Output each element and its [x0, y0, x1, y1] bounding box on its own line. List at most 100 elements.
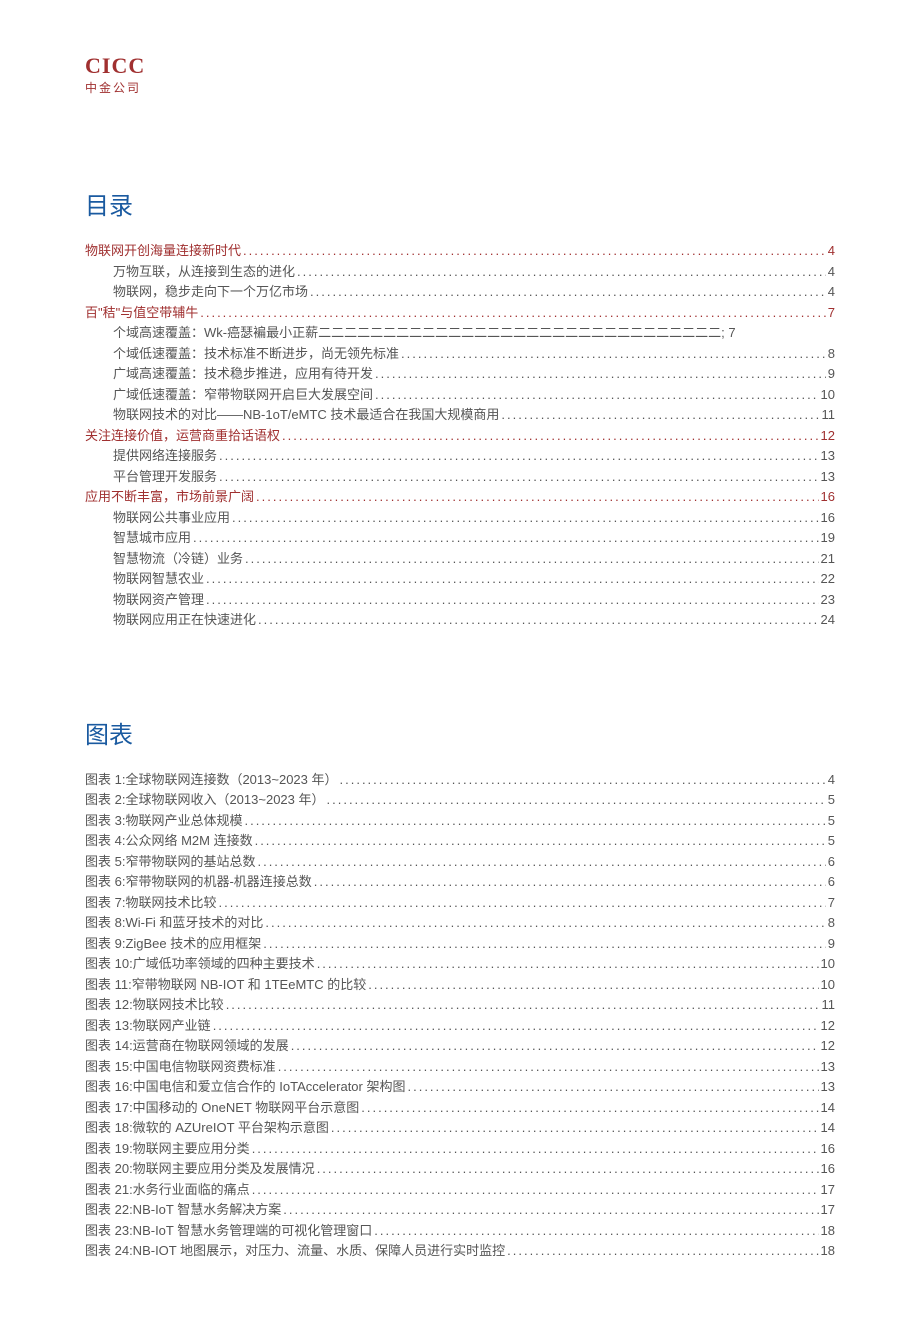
toc-entry[interactable]: 图表 5:窄带物联网的基站总数6 [85, 852, 835, 872]
toc-entry[interactable]: 图表 20:物联网主要应用分类及发展情况16 [85, 1159, 835, 1179]
toc-entry-page: 24 [819, 610, 835, 630]
toc-entry[interactable]: 物联网开创海量连接新时代4 [85, 241, 835, 261]
toc-entry-label: 物联网资产管理 [113, 590, 206, 610]
toc-entry[interactable]: 百"秸"与值空带辅牛7 [85, 303, 835, 323]
document-page: CICC 中金公司 目录 物联网开创海量连接新时代4万物互联，从连接到生态的进化… [0, 0, 920, 1341]
toc-entry[interactable]: 关注连接价值，运营商重拾话语权12 [85, 426, 835, 446]
toc-leader-dots [407, 1077, 818, 1097]
toc-leader-dots [213, 1016, 819, 1036]
toc-leader-dots [206, 590, 819, 610]
toc-entry[interactable]: 图表 1:全球物联网连接数（2013~2023 年）4 [85, 770, 835, 790]
toc-entry-page: 16 [819, 1139, 835, 1159]
toc-entry-page: 7 [826, 893, 835, 913]
toc-entry[interactable]: 图表 24:NB-IOT 地图展示，对压力、流量、水质、保障人员进行实时监控18 [85, 1241, 835, 1261]
toc-leader-dots [218, 893, 825, 913]
toc-entry-label: 图表 8:Wi-Fi 和蓝牙技术的对比 [85, 913, 265, 933]
toc-entry[interactable]: 图表 2:全球物联网收入（2013~2023 年）5 [85, 790, 835, 810]
toc-entry[interactable]: 图表 10:广域低功率领域的四种主要技术10 [85, 954, 835, 974]
toc-entry-label: 物联网智慧农业 [113, 569, 206, 589]
toc-entry-label: 图表 3:物联网产业总体规模 [85, 811, 244, 831]
toc-entry-page: 13 [819, 1057, 835, 1077]
toc-leader-dots [257, 852, 825, 872]
toc-entry-page: 16 [819, 1159, 835, 1179]
toc-entry[interactable]: 物联网技术的对比——NB-1oT/eMTC 技术最适合在我国大规模商用11 [85, 405, 835, 425]
toc-heading: 目录 [85, 186, 835, 221]
toc-entry[interactable]: 图表 21:水务行业面临的痛点17 [85, 1180, 835, 1200]
toc-entry[interactable]: 图表 8:Wi-Fi 和蓝牙技术的对比 8 [85, 913, 835, 933]
toc-entry-label: 图表 13:物联网产业链 [85, 1016, 213, 1036]
toc-entry-page: 19 [819, 528, 835, 548]
toc-leader-dots [265, 913, 825, 933]
toc-entry[interactable]: 物联网资产管理23 [85, 590, 835, 610]
toc-entry[interactable]: 图表 15:中国电信物联网资费标准13 [85, 1057, 835, 1077]
toc-entry[interactable]: 图表 22:NB-IoT 智慧水务解决方案17 [85, 1200, 835, 1220]
toc-leader-dots [375, 364, 826, 384]
toc-leader-dots [331, 1118, 819, 1138]
toc-entry[interactable]: 物联网公共事业应用16 [85, 508, 835, 528]
toc-entry[interactable]: 个域低速覆盖：技术标准不断进步，尚无领先标准8 [85, 344, 835, 364]
toc-entry[interactable]: 广域低速覆盖：窄带物联网开启巨大发展空间10 [85, 385, 835, 405]
toc-entry[interactable]: 图表 13:物联网产业链12 [85, 1016, 835, 1036]
toc-entry-page: 9 [826, 364, 835, 384]
toc-entry[interactable]: 平台管理开发服务13 [85, 467, 835, 487]
toc-entry-label: 智慧城市应用 [113, 528, 193, 548]
toc-entry[interactable]: 提供网络连接服务13 [85, 446, 835, 466]
toc-entry[interactable]: 图表 4:公众网络 M2M 连接数5 [85, 831, 835, 851]
toc-entry-label: 图表 21:水务行业面临的痛点 [85, 1180, 252, 1200]
toc-entry[interactable]: 图表 23:NB-IoT 智慧水务管理端的可视化管理窗口18 [85, 1221, 835, 1241]
toc-entry-label: 提供网络连接服务 [113, 446, 219, 466]
toc-entry[interactable]: 广域高速覆盖：技术稳步推进，应用有待开发 9 [85, 364, 835, 384]
toc-entry[interactable]: 图表 17:中国移动的 OneNET 物联网平台示意图14 [85, 1098, 835, 1118]
toc-entry-label: 个域高速覆盖：Wk-癌瑟褊最小正薪二二二二二二二二二二二二二二二二二二二二二二二… [113, 323, 738, 343]
toc-entry[interactable]: 图表 7:物联网技术比较7 [85, 893, 835, 913]
toc-entry[interactable]: 图表 14:运营商在物联网领域的发展12 [85, 1036, 835, 1056]
toc-leader-dots [245, 549, 819, 569]
toc-leader-dots [219, 446, 819, 466]
toc-entry[interactable]: 图表 12:物联网技术比较11 [85, 995, 835, 1015]
toc-entry[interactable]: 图表 9:ZigBee 技术的应用框架9 [85, 934, 835, 954]
toc-leader-dots [368, 975, 818, 995]
toc-entry[interactable]: 图表 3:物联网产业总体规模 5 [85, 811, 835, 831]
toc-entry[interactable]: 图表 6:窄带物联网的机器-机器连接总数 6 [85, 872, 835, 892]
toc-entry[interactable]: 应用不断丰富，市场前景广阔16 [85, 487, 835, 507]
toc-entry-page: 17 [819, 1200, 835, 1220]
toc-entry-page: 18 [819, 1241, 835, 1261]
toc-list: 物联网开创海量连接新时代4万物互联，从连接到生态的进化 4物联网，稳步走向下一个万… [85, 241, 835, 630]
toc-entry[interactable]: 物联网智慧农业22 [85, 569, 835, 589]
toc-entry[interactable]: 个域高速覆盖：Wk-癌瑟褊最小正薪二二二二二二二二二二二二二二二二二二二二二二二… [85, 323, 835, 343]
toc-entry-page: 9 [826, 934, 835, 954]
toc-entry-page: 6 [826, 872, 835, 892]
toc-entry-label: 广域高速覆盖：技术稳步推进，应用有待开发 [113, 364, 375, 384]
toc-leader-dots [193, 528, 819, 548]
toc-entry[interactable]: 图表 16:中国电信和爱立信合作的 IoTAccelerator 架构图13 [85, 1077, 835, 1097]
toc-leader-dots [361, 1098, 818, 1118]
toc-entry-page: 5 [826, 811, 835, 831]
toc-entry-page: 8 [826, 913, 835, 933]
toc-entry-page: 10 [819, 385, 835, 405]
toc-leader-dots [317, 954, 819, 974]
toc-entry-label: 图表 18:微软的 AZUreIOT 平台架构示意图 [85, 1118, 331, 1138]
toc-leader-dots [340, 770, 826, 790]
toc-entry[interactable]: 图表 18:微软的 AZUreIOT 平台架构示意图 14 [85, 1118, 835, 1138]
toc-entry[interactable]: 万物互联，从连接到生态的进化 4 [85, 262, 835, 282]
toc-entry-page: 4 [826, 262, 835, 282]
toc-entry[interactable]: 图表 19:物联网主要应用分类16 [85, 1139, 835, 1159]
toc-leader-dots [219, 467, 819, 487]
toc-entry-page: 14 [819, 1118, 835, 1138]
toc-entry[interactable]: 物联网应用正在快速进化24 [85, 610, 835, 630]
toc-entry-page: 13 [819, 467, 835, 487]
toc-entry[interactable]: 智慧城市应用 19 [85, 528, 835, 548]
toc-entry-label: 万物互联，从连接到生态的进化 [113, 262, 297, 282]
toc-leader-dots [252, 1139, 819, 1159]
toc-leader-dots [232, 508, 819, 528]
toc-entry-page: 21 [819, 549, 835, 569]
toc-entry-page: 5 [826, 790, 835, 810]
toc-entry[interactable]: 图表 11:窄带物联网 NB-IOT 和 1TEeMTC 的比较10 [85, 975, 835, 995]
toc-leader-dots [507, 1241, 818, 1261]
toc-entry-label: 图表 6:窄带物联网的机器-机器连接总数 [85, 872, 314, 892]
toc-entry[interactable]: 物联网，稳步走向下一个万亿市场4 [85, 282, 835, 302]
toc-entry-label: 智慧物流（冷链）业务 [113, 549, 245, 569]
toc-entry[interactable]: 智慧物流（冷链）业务 21 [85, 549, 835, 569]
toc-entry-page: 18 [819, 1221, 835, 1241]
toc-entry-label: 图表 14:运营商在物联网领域的发展 [85, 1036, 291, 1056]
